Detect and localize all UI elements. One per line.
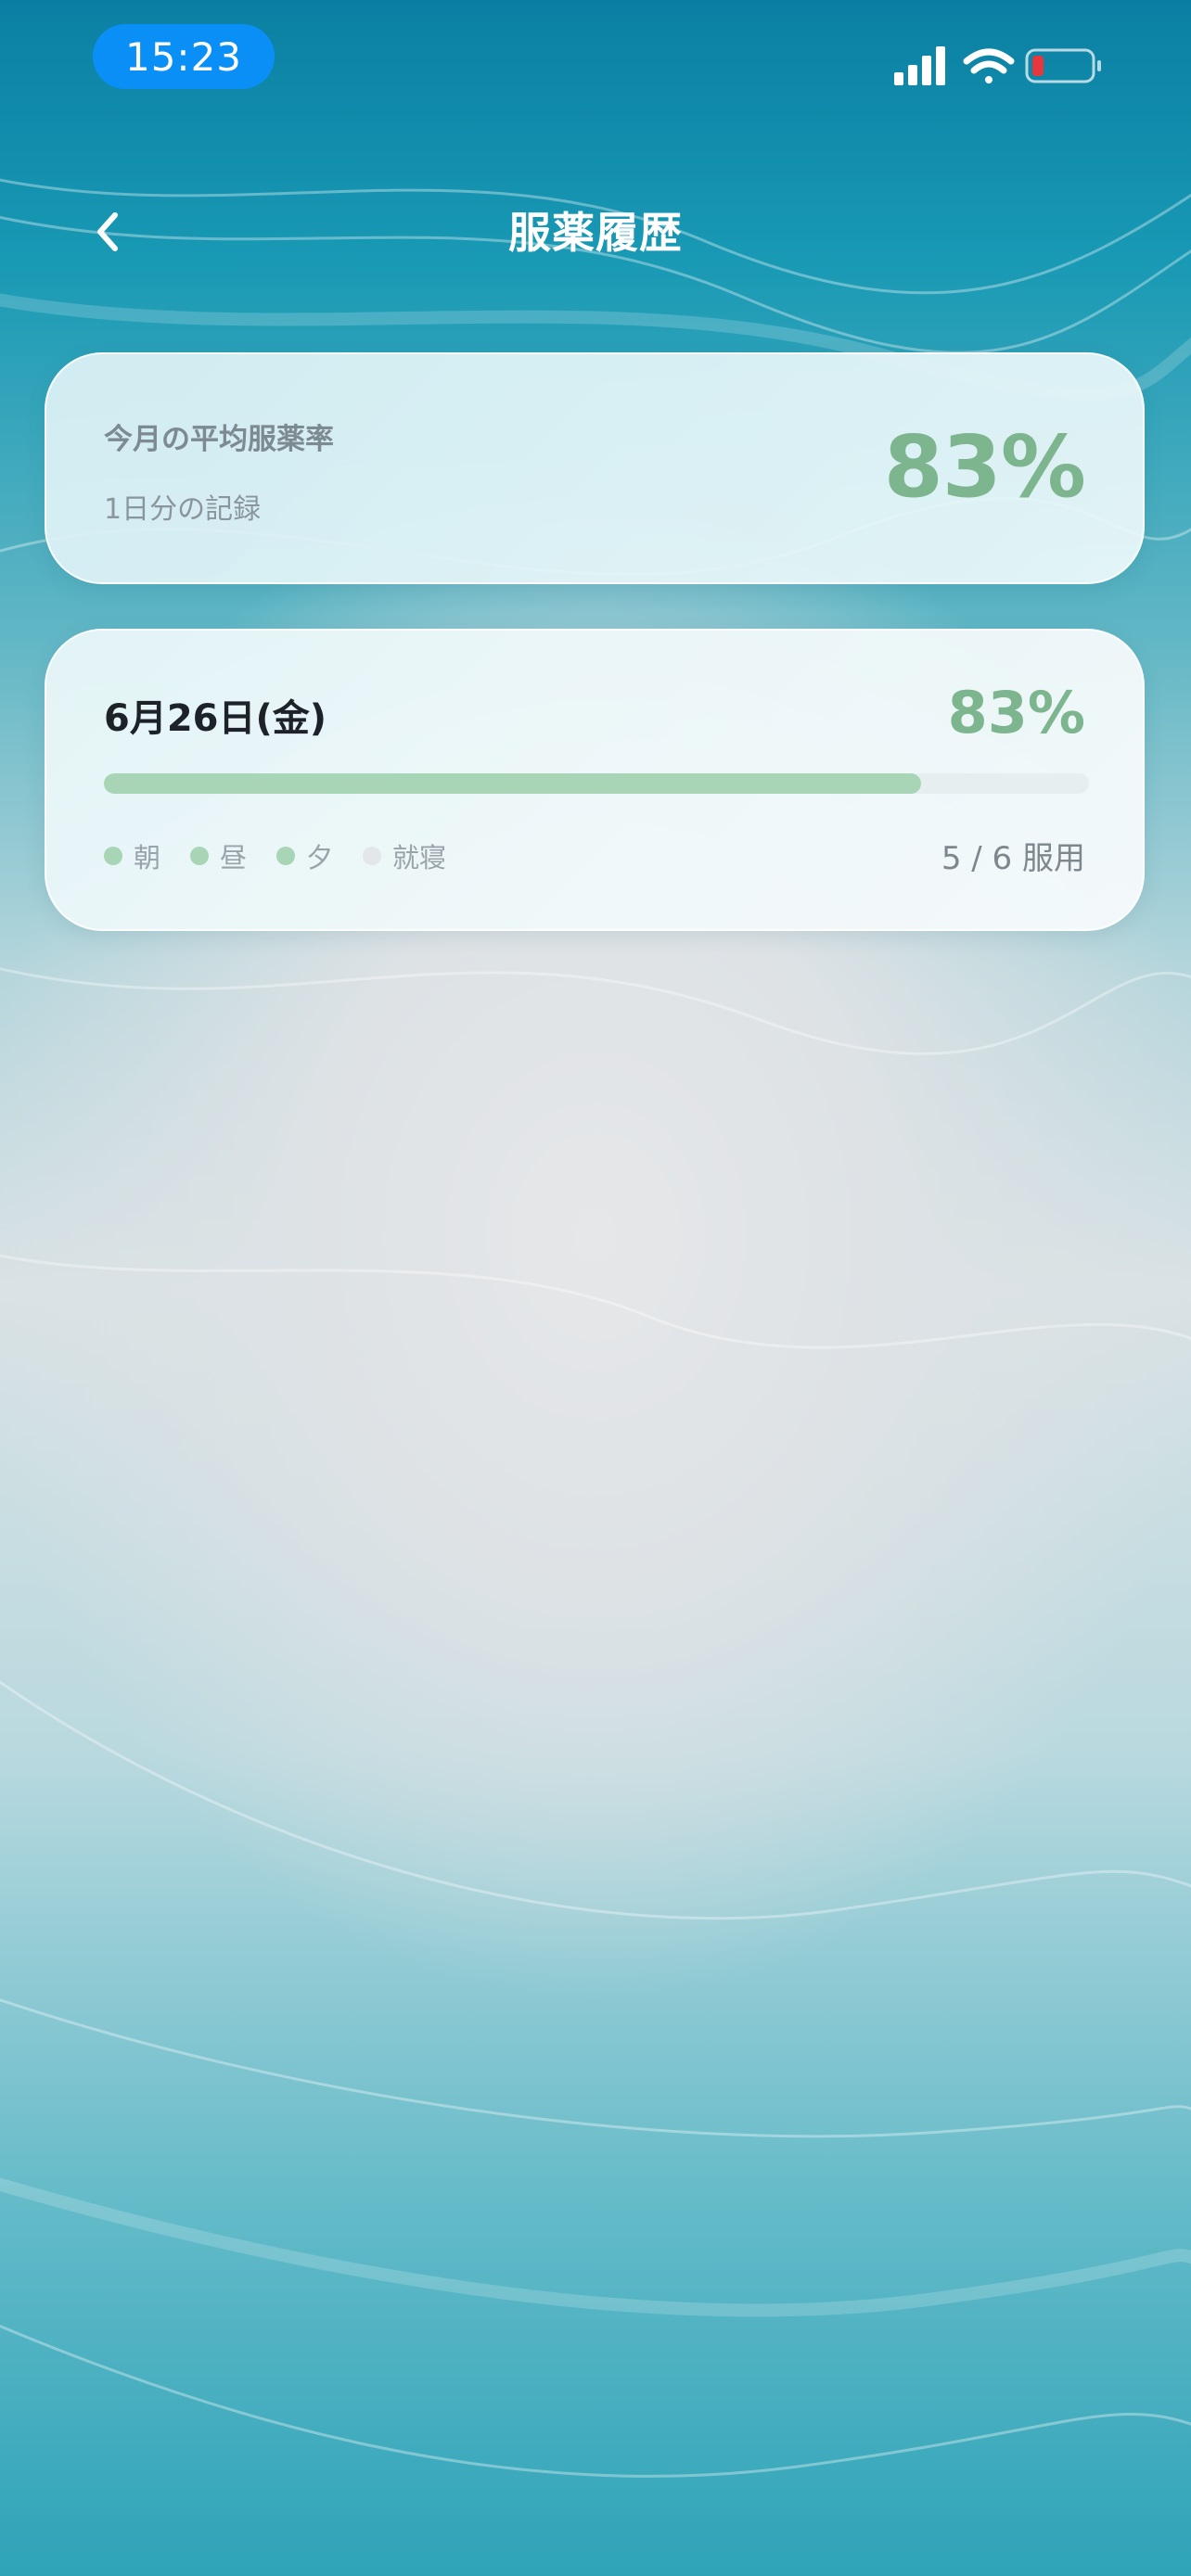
dose-slot-list: 朝 昼 夕 就寝 [104,836,446,875]
dose-slot-label: 朝 [134,842,161,874]
dose-count: 5 / 6 服用 [941,840,1085,877]
summary-record-count: 1日分の記録 [104,493,262,526]
dose-status-dot [276,847,296,865]
dose-slot-morning: 朝 [104,836,160,875]
dose-slot-label: 昼 [220,842,248,874]
day-progress-fill [104,773,922,794]
summary-rate: 83% [883,417,1086,516]
dose-slot-bedtime: 就寝 [363,836,446,875]
summary-label: 今月の平均服薬率 [104,423,334,456]
cellular-signal-icon [894,46,945,85]
dose-status-dot [363,847,382,865]
day-progress-bar [104,773,1089,794]
wifi-icon [963,48,1015,83]
dose-status-dot [104,847,122,865]
dose-slot-noon: 昼 [190,836,247,875]
battery-low-icon [1025,48,1101,83]
status-time: 15:23 [93,24,275,89]
status-icons [894,46,1101,85]
dose-slot-label: 夕 [306,842,334,874]
day-date: 6月26日(金) [104,697,327,740]
dose-slot-evening: 夕 [276,836,333,875]
day-record-card[interactable]: 6月26日(金) 83% 朝 昼 夕 就寝 5 / 6 服用 [45,629,1145,931]
dose-slot-label: 就寝 [392,842,447,874]
monthly-summary-card: 今月の平均服薬率 1日分の記録 83% [45,352,1145,584]
page-title: 服薬履歴 [508,208,683,258]
dose-status-dot [190,847,210,865]
day-rate: 83% [947,679,1085,746]
